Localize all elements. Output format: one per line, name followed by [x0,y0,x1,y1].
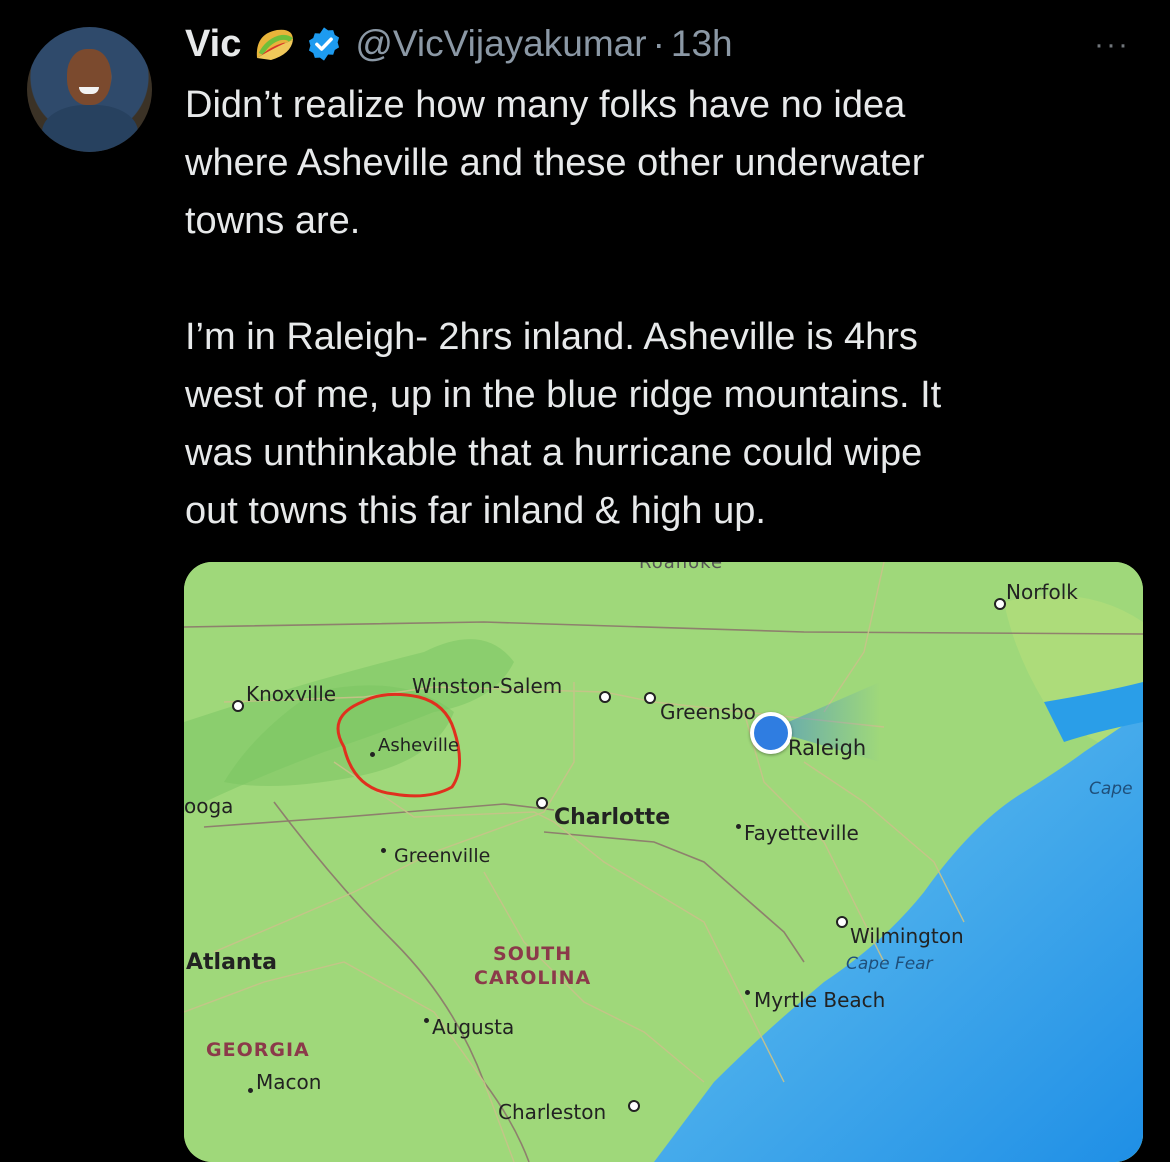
place-roanoke: Roanoke [639,562,724,573]
avatar-shirt [42,105,138,152]
place-myrtle-beach: Myrtle Beach [754,988,886,1012]
more-options-icon[interactable]: ··· [1094,28,1130,62]
winston-salem-marker-icon [599,691,611,703]
map-base [184,562,1143,1162]
place-raleigh: Raleigh [788,736,867,760]
greenville-marker-icon [381,848,386,853]
fayetteville-marker-icon [736,824,741,829]
place-south-carolina: SOUTH CAROLINA [474,943,592,989]
tweet-text: Didn’t realize how many folks have no id… [185,84,942,532]
tweet-header: Vic @VicVijayakumar · 13h [185,18,733,70]
place-cape-fear: Cape Fear [846,954,933,974]
place-asheville: Asheville [378,735,459,756]
wilmington-marker-icon [836,916,848,928]
place-charlotte: Charlotte [554,805,671,830]
myrtle-beach-marker-icon [745,990,750,995]
current-location-icon [750,712,792,754]
map-image[interactable]: Roanoke Norfolk Knoxville Winston-Salem … [184,562,1143,1162]
norfolk-marker-icon [994,598,1006,610]
knoxville-marker-icon [232,700,244,712]
place-atlanta: Atlanta [186,950,277,975]
place-cape: Cape [1089,779,1133,799]
separator-dot: · [652,23,665,64]
place-knoxville: Knoxville [246,682,337,706]
place-wilmington: Wilmington [850,924,964,948]
augusta-marker-icon [424,1018,429,1023]
place-georgia: GEORGIA [206,1039,310,1061]
taco-emoji-icon [257,29,294,60]
place-norfolk: Norfolk [1006,580,1078,604]
place-chattanooga: ooga [184,794,234,818]
place-charleston: Charleston [498,1100,607,1124]
charleston-marker-icon [628,1100,640,1112]
place-greenville: Greenville [394,845,491,867]
place-augusta: Augusta [432,1015,515,1039]
author-handle[interactable]: @VicVijayakumar [355,23,646,65]
place-macon: Macon [256,1070,322,1094]
place-fayetteville: Fayetteville [744,821,859,845]
author-name[interactable]: Vic [185,23,241,66]
place-greensboro: Greensbo [660,700,756,724]
macon-marker-icon [248,1088,253,1093]
avatar-face [67,49,111,105]
charlotte-marker-icon [536,797,548,809]
tweet-timestamp[interactable]: 13h [671,23,733,65]
greensboro-marker-icon [644,692,656,704]
asheville-marker-icon [370,752,375,757]
author-avatar[interactable] [27,27,152,152]
place-winston-salem: Winston-Salem [412,674,563,698]
verified-badge-icon [309,27,340,61]
